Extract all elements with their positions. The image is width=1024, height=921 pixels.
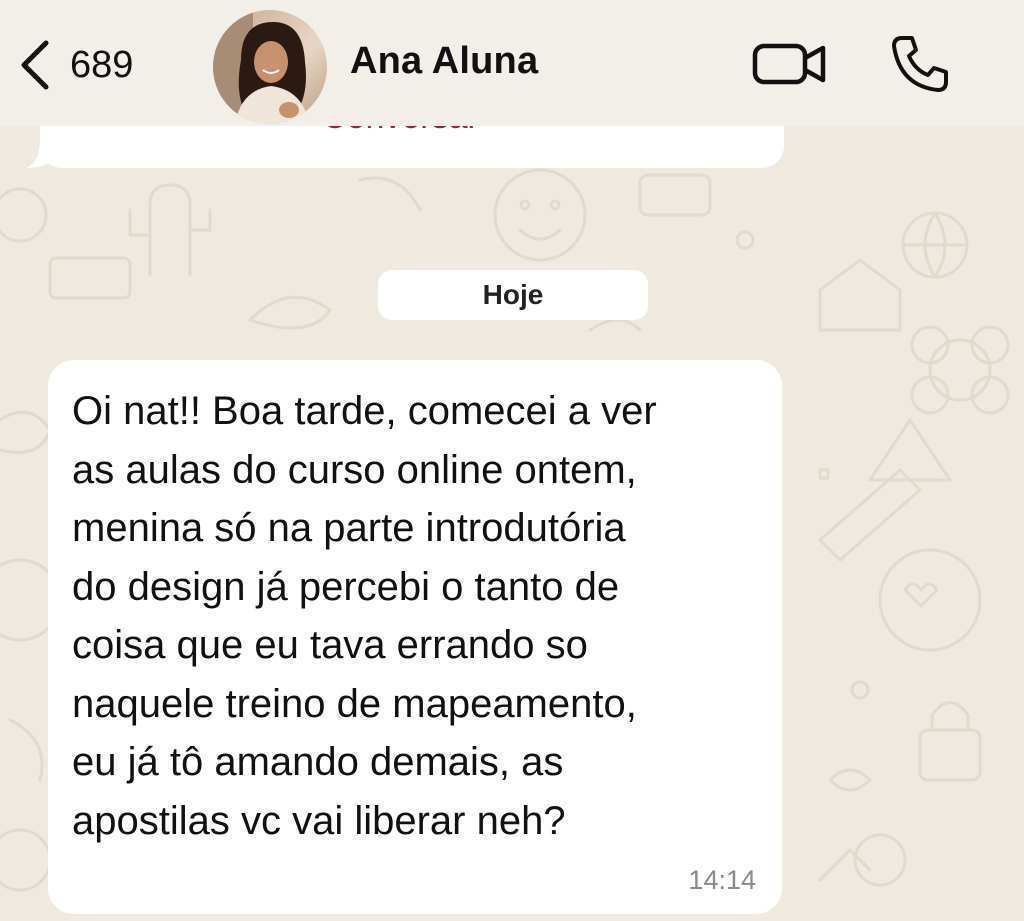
contact-name[interactable]: Ana Aluna	[350, 40, 538, 83]
chat-header: 689 Ana Aluna	[0, 0, 1024, 126]
date-separator: Hoje	[378, 270, 648, 320]
avatar[interactable]	[213, 10, 327, 124]
video-camera-icon	[752, 43, 828, 92]
video-call-button[interactable]	[752, 40, 828, 88]
voice-call-button[interactable]	[888, 32, 952, 96]
message-bubble[interactable]: Oi nat!! Boa tarde, comecei a ver as aul…	[48, 360, 782, 914]
message-timestamp: 14:14	[688, 865, 756, 895]
message-text: Oi nat!! Boa tarde, comecei a ver as aul…	[72, 389, 657, 843]
phone-icon	[888, 36, 952, 100]
unread-count: 689	[70, 43, 134, 86]
chevron-left-icon	[18, 39, 52, 91]
back-button[interactable]: 689	[18, 30, 133, 100]
